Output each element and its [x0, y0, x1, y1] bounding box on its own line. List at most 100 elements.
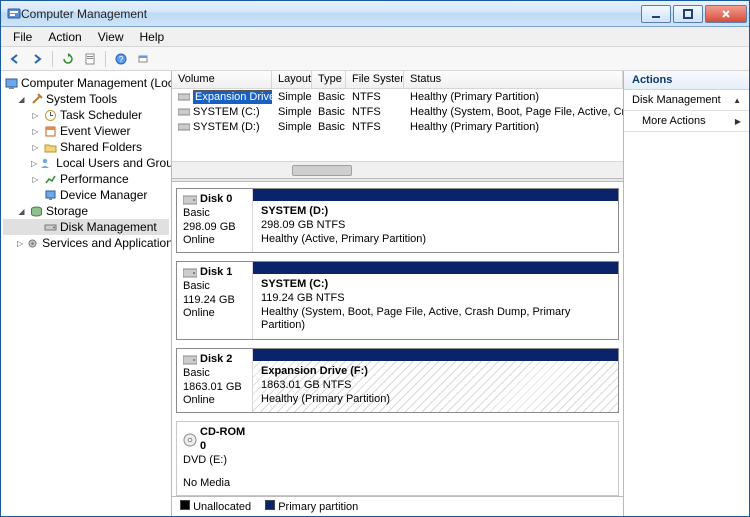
disk-name: Disk 0	[183, 193, 246, 207]
tree-label: Disk Management	[60, 220, 157, 234]
actions-more-label: More Actions	[642, 115, 706, 127]
col-layout[interactable]: Layout	[272, 71, 312, 88]
volume-info: SYSTEM (C:)119.24 GB NTFSHealthy (System…	[253, 274, 618, 339]
storage-icon	[29, 204, 43, 218]
tree-event-viewer[interactable]: ▷ Event Viewer	[3, 123, 169, 139]
disk-head[interactable]: CD-ROM 0DVD (E:)No Media	[177, 422, 253, 495]
tree-storage[interactable]: ◢ Storage	[3, 203, 169, 219]
expand-icon[interactable]: ▷	[17, 239, 23, 248]
minimize-button[interactable]	[641, 5, 671, 23]
disk-row[interactable]: Disk 2Basic1863.01 GBOnlineExpansion Dri…	[176, 348, 619, 413]
disk-size: 119.24 GB	[183, 294, 246, 308]
tree-label: Local Users and Groups	[56, 156, 171, 170]
legend: Unallocated Primary partition	[172, 496, 623, 516]
tree-label: Storage	[46, 204, 88, 218]
forward-button[interactable]	[27, 49, 47, 69]
main-body: Computer Management (Local) ◢ System Too…	[1, 71, 749, 516]
col-filesystem[interactable]: File System	[346, 71, 404, 88]
disk-state: Online	[183, 234, 246, 248]
disk-head[interactable]: Disk 2Basic1863.01 GBOnline	[177, 349, 253, 412]
expand-icon[interactable]: ▷	[31, 159, 37, 168]
disk-row[interactable]: Disk 0Basic298.09 GBOnlineSYSTEM (D:)298…	[176, 188, 619, 253]
actions-more[interactable]: More Actions ▶	[624, 111, 749, 132]
disk-volume-empty	[253, 422, 618, 495]
disk-size: 1863.01 GB	[183, 381, 246, 395]
cell-volume: Expansion Drive (F:)	[172, 89, 272, 104]
col-volume[interactable]: Volume	[172, 71, 272, 88]
expand-icon[interactable]: ▷	[31, 127, 40, 136]
disk-kind: Basic	[183, 367, 246, 381]
cell-status: Healthy (Primary Partition)	[404, 119, 623, 134]
tree-disk-management[interactable]: Disk Management	[3, 219, 169, 235]
cell-volume: SYSTEM (C:)	[172, 104, 272, 119]
col-status[interactable]: Status	[404, 71, 623, 88]
disk-state: Online	[183, 394, 246, 408]
volume-list-header[interactable]: Volume Layout Type File System Status	[172, 71, 623, 89]
tree-services-apps[interactable]: ▷ Services and Applications	[3, 235, 169, 251]
disk-graphical-view[interactable]: Disk 0Basic298.09 GBOnlineSYSTEM (D:)298…	[172, 182, 623, 496]
cell-status: Healthy (Primary Partition)	[404, 89, 623, 104]
help-button[interactable]: ?	[111, 49, 131, 69]
tree-system-tools[interactable]: ◢ System Tools	[3, 91, 169, 107]
cell-fs: NTFS	[346, 104, 404, 119]
disk-volume[interactable]: SYSTEM (D:)298.09 GB NTFSHealthy (Active…	[253, 189, 618, 252]
tree-task-scheduler[interactable]: ▷ Task Scheduler	[3, 107, 169, 123]
volume-row[interactable]: Expansion Drive (F:)SimpleBasicNTFSHealt…	[172, 89, 623, 104]
hdd-icon	[183, 195, 197, 205]
device-icon	[43, 188, 57, 202]
tree-performance[interactable]: ▷ Performance	[3, 171, 169, 187]
maximize-button[interactable]	[673, 5, 703, 23]
disk-row[interactable]: Disk 1Basic119.24 GBOnlineSYSTEM (C:)119…	[176, 261, 619, 340]
toolbar-separator	[52, 51, 53, 67]
col-type[interactable]: Type	[312, 71, 346, 88]
computer-icon	[5, 76, 18, 90]
expand-icon[interactable]: ▷	[31, 175, 40, 184]
disk-row[interactable]: CD-ROM 0DVD (E:)No Media	[176, 421, 619, 496]
menu-file[interactable]: File	[5, 28, 40, 46]
tree-label: Performance	[60, 172, 129, 186]
disk-head[interactable]: Disk 0Basic298.09 GBOnline	[177, 189, 253, 252]
collapse-icon[interactable]: ◢	[17, 207, 26, 216]
disk-name: Disk 2	[183, 353, 246, 367]
cell-type: Basic	[312, 89, 346, 104]
disk-kind: DVD (E:)	[183, 454, 247, 468]
menu-view[interactable]: View	[90, 28, 132, 46]
tree-shared-folders[interactable]: ▷ Shared Folders	[3, 139, 169, 155]
tree-label: Computer Management (Local)	[21, 76, 171, 90]
refresh-button[interactable]	[58, 49, 78, 69]
actions-group[interactable]: Disk Management ▲	[624, 90, 749, 111]
volume-status: Healthy (Primary Partition)	[261, 393, 610, 407]
settings-button[interactable]	[133, 49, 153, 69]
toolbar-separator	[105, 51, 106, 67]
tree-root[interactable]: Computer Management (Local)	[3, 75, 169, 91]
back-button[interactable]	[5, 49, 25, 69]
close-button[interactable]	[705, 5, 747, 23]
hdd-icon	[183, 268, 197, 278]
tree-local-users[interactable]: ▷ Local Users and Groups	[3, 155, 169, 171]
volume-list[interactable]: Expansion Drive (F:)SimpleBasicNTFSHealt…	[172, 89, 623, 161]
volume-hscrollbar[interactable]	[172, 161, 623, 178]
disk-head[interactable]: Disk 1Basic119.24 GBOnline	[177, 262, 253, 339]
volume-header-bar	[253, 262, 618, 274]
cell-type: Basic	[312, 104, 346, 119]
expand-icon[interactable]: ▷	[31, 143, 40, 152]
clock-icon	[43, 108, 57, 122]
expand-icon[interactable]: ▷	[31, 111, 40, 120]
blank-icon	[31, 191, 40, 200]
disk-kind: Basic	[183, 280, 246, 294]
volume-row[interactable]: SYSTEM (C:)SimpleBasicNTFSHealthy (Syste…	[172, 104, 623, 119]
collapse-icon[interactable]: ◢	[17, 95, 26, 104]
volume-row[interactable]: SYSTEM (D:)SimpleBasicNTFSHealthy (Prima…	[172, 119, 623, 134]
scrollbar-thumb[interactable]	[292, 165, 352, 176]
volume-status: Healthy (Active, Primary Partition)	[261, 233, 610, 247]
properties-button[interactable]	[80, 49, 100, 69]
menu-help[interactable]: Help	[132, 28, 173, 46]
volume-name: SYSTEM (C:)	[261, 278, 610, 292]
event-icon	[43, 124, 57, 138]
disk-volume[interactable]: SYSTEM (C:)119.24 GB NTFSHealthy (System…	[253, 262, 618, 339]
disk-volume[interactable]: Expansion Drive (F:)1863.01 GB NTFSHealt…	[253, 349, 618, 412]
titlebar[interactable]: Computer Management	[1, 1, 749, 27]
tree-device-manager[interactable]: Device Manager	[3, 187, 169, 203]
menu-action[interactable]: Action	[40, 28, 89, 46]
tree[interactable]: Computer Management (Local) ◢ System Too…	[1, 71, 171, 255]
